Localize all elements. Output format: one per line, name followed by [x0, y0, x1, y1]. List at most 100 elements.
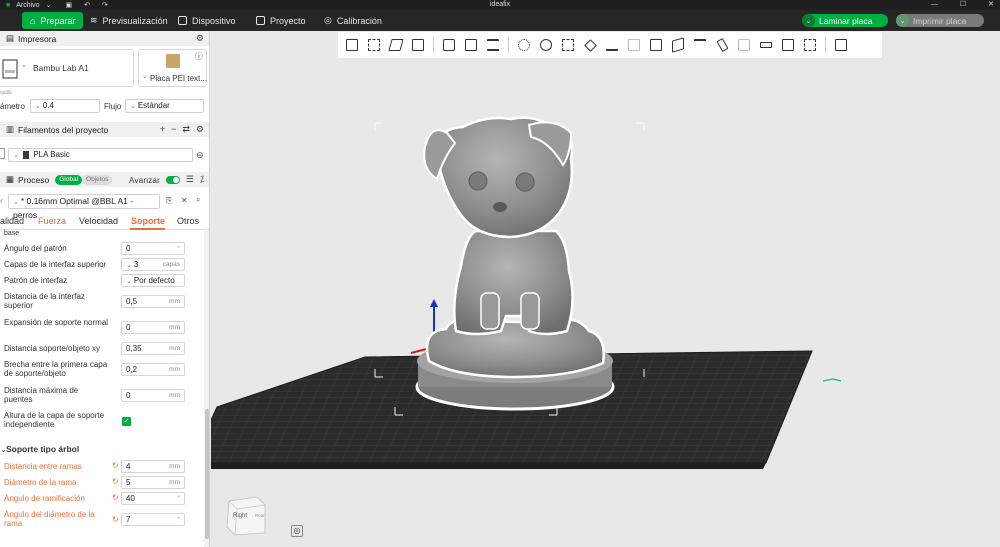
tab-speed[interactable]: Velocidad: [79, 216, 118, 226]
tab-prepare[interactable]: ⌂ Preparar: [22, 12, 84, 29]
z-axis-arrowhead: [430, 299, 438, 307]
filament-select[interactable]: ⌄ PLA Basic: [8, 148, 193, 162]
settings-scroll-thumb[interactable]: [205, 409, 209, 539]
section-title: Impresora: [18, 33, 57, 44]
setting-label: Distancia de la interfaz superior: [4, 292, 85, 310]
process-tabs: alidad Fuerza Velocidad Soporte Otros: [0, 212, 209, 230]
zoom-fit-icon[interactable]: ◎: [291, 525, 303, 537]
plate-info-icon[interactable]: ⓘ: [195, 51, 203, 62]
sync-icon[interactable]: ⇄: [182, 124, 190, 135]
branch-angle-input[interactable]: 40 °: [121, 492, 185, 505]
plate-card[interactable]: ⓘ ⌄ Placa PEI text...: [138, 49, 207, 87]
setting-label: Distancia máxima de puentes: [4, 386, 79, 404]
independent-layer-checkbox[interactable]: ✓: [122, 417, 131, 426]
device-icon: [178, 16, 187, 25]
model-body: [453, 229, 574, 336]
tab-preview[interactable]: ≋ Previsualización: [82, 12, 176, 29]
tab-others[interactable]: Otros: [177, 216, 199, 226]
maximize-icon[interactable]: ☐: [960, 0, 966, 10]
field-unit: mm: [169, 298, 180, 305]
field-value: 7: [126, 515, 131, 524]
chevron-down-icon[interactable]: ⌄: [896, 14, 909, 27]
nozzle-select[interactable]: ⌄ 0.4: [30, 99, 100, 113]
chevron-down-icon[interactable]: ⌄: [142, 72, 148, 80]
setting-label: Diámetro de la rama: [4, 478, 77, 487]
pattern-angle-input[interactable]: 0 °: [121, 242, 185, 255]
field-unit: mm: [169, 324, 180, 331]
reset-icon[interactable]: ↻: [112, 493, 119, 502]
nozzle-label: ámetro: [0, 102, 25, 111]
model-leg-left: [480, 292, 500, 330]
reset-icon[interactable]: ↻: [112, 461, 119, 470]
tab-strength[interactable]: Fuerza: [38, 216, 66, 226]
field-unit: °: [177, 495, 180, 502]
support-object-xy-distance-input[interactable]: 0,35 mm: [121, 342, 185, 355]
mode-global-toggle[interactable]: Global: [55, 174, 83, 185]
setting-label: Ángulo de ramificación: [4, 494, 85, 503]
top-interface-distance-input[interactable]: 0,5 mm: [121, 295, 185, 308]
first-layer-gap-input[interactable]: 0,2 mm: [121, 363, 185, 376]
home-icon: ⌂: [30, 15, 36, 26]
view-cube[interactable]: Right Rear: [223, 491, 269, 537]
compare-icon[interactable]: ⁒: [200, 174, 204, 185]
slice-plate-button[interactable]: ⌄ Laminar placa: [802, 14, 888, 27]
field-unit: mm: [169, 463, 180, 470]
printer-name: Bambu Lab A1: [33, 63, 89, 73]
printer-section-header[interactable]: ▤ Impresora ⚙: [0, 31, 209, 46]
view-cube-side-label: Rear: [255, 513, 265, 518]
tab-calibration[interactable]: ◎ Calibración: [316, 12, 390, 29]
reset-icon[interactable]: ↻: [112, 515, 119, 524]
printer-card[interactable]: ⌄ Bambu Lab A1: [0, 49, 134, 87]
3d-viewport[interactable]: Right Rear ◎: [211, 31, 1000, 547]
filament-more-icon[interactable]: ⊖: [196, 150, 204, 161]
printer-sub-label: quilla: [0, 90, 12, 96]
minimize-icon[interactable]: —: [931, 0, 938, 10]
setting-label: Ángulo del diámetro de la rama: [4, 510, 95, 528]
printer-icon: ▤: [6, 33, 15, 43]
search-icon[interactable]: ⌕: [196, 195, 200, 205]
chevron-down-icon[interactable]: ⌄: [21, 61, 27, 69]
process-section-header[interactable]: ▦ Proceso Global Objetos Avanzar ☰ ⁒: [0, 172, 209, 187]
slice-plate-label: Laminar placa: [819, 15, 873, 26]
mode-objects-toggle[interactable]: Objetos: [82, 174, 113, 185]
close-icon[interactable]: ✕: [988, 0, 994, 10]
remove-icon[interactable]: −: [171, 124, 176, 135]
flow-select[interactable]: ⌄ Estándar: [125, 99, 204, 113]
top-nav-bar: ⌂ Preparar ≋ Previsualización Dispositiv…: [0, 10, 1000, 31]
settings-gear-icon[interactable]: ⚙: [196, 33, 204, 44]
chevron-down-icon: ⌄: [126, 278, 134, 285]
reset-icon[interactable]: ↻: [112, 477, 119, 486]
tab-device[interactable]: Dispositivo: [170, 12, 244, 29]
normal-support-expansion-input[interactable]: 0 mm: [121, 321, 185, 334]
tab-project[interactable]: Proyecto: [248, 12, 314, 29]
preset-select[interactable]: ⌄ * 0.16mm Optimal @BBL A1 - perros: [8, 194, 160, 220]
save-preset-icon[interactable]: ⎘: [166, 196, 172, 206]
print-plate-button[interactable]: ⌄ Imprimir placa: [896, 14, 984, 27]
list-icon[interactable]: ☰: [186, 174, 194, 185]
setting-label: Distancia entre ramas: [4, 462, 82, 471]
chevron-down-icon[interactable]: ⌄: [802, 14, 815, 27]
filaments-section-header[interactable]: ▥ Filamentos del proyecto + − ⇄ ⚙: [0, 122, 209, 137]
max-bridge-distance-input[interactable]: 0 mm: [121, 389, 185, 402]
printer-thumbnail-icon: [2, 59, 18, 79]
tab-label: Calibración: [336, 15, 382, 26]
top-interface-layers-input[interactable]: ⌄ 3 capas: [121, 258, 185, 271]
close-icon[interactable]: ✕: [181, 196, 188, 205]
chevron-down-icon: ⌄: [13, 199, 21, 206]
chevron-left-icon[interactable]: ‹: [0, 196, 3, 205]
settings-gear-icon[interactable]: ⚙: [196, 124, 204, 135]
add-icon[interactable]: +: [160, 124, 165, 135]
tab-quality[interactable]: alidad: [0, 216, 24, 226]
tab-label: Dispositivo: [192, 15, 236, 26]
model-nose: [493, 202, 507, 212]
nozzle-value: 0.4: [42, 101, 54, 110]
filament-checkbox[interactable]: [0, 148, 5, 159]
interface-pattern-select[interactable]: ⌄ Por defecto: [121, 274, 185, 287]
tab-support[interactable]: Soporte: [131, 216, 165, 226]
branch-diameter-angle-input[interactable]: 7 °: [121, 513, 185, 526]
branch-distance-input[interactable]: 4 mm: [121, 460, 185, 473]
advanced-toggle[interactable]: [165, 175, 180, 184]
branch-diameter-input[interactable]: 5 mm: [121, 476, 185, 489]
chevron-down-icon: ⌄: [126, 262, 134, 269]
field-value: 0: [126, 323, 131, 332]
